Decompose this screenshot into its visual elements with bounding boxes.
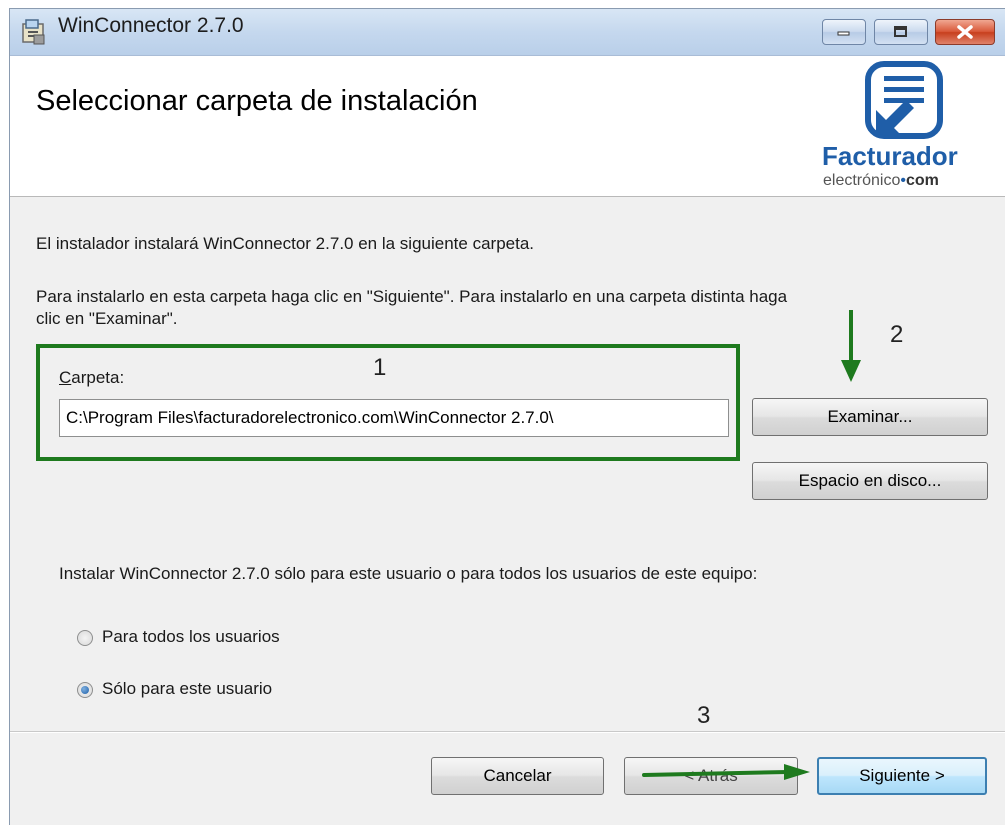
folder-label: Carpeta: — [59, 368, 124, 388]
folder-label-rest: arpeta: — [71, 368, 125, 387]
cancel-button[interactable]: Cancelar — [431, 757, 604, 795]
annotation-mark-2: 2 — [890, 321, 904, 348]
radio-this-user[interactable] — [77, 682, 93, 698]
maximize-icon — [894, 26, 907, 37]
radio-this-user-label[interactable]: Sólo para este usuario — [102, 679, 272, 699]
minimize-button[interactable] — [822, 19, 866, 45]
maximize-button[interactable] — [874, 19, 928, 45]
radio-all-users-label[interactable]: Para todos los usuarios — [102, 627, 280, 647]
annotation-mark-3: 3 — [697, 702, 711, 729]
instructions-line-2: clic en "Examinar". — [36, 309, 178, 328]
document-arrow-logo-icon — [865, 61, 943, 139]
install-scope-question: Instalar WinConnector 2.7.0 sólo para es… — [59, 564, 758, 583]
logo-subtitle: electrónico•com — [823, 172, 939, 190]
page-title: Seleccionar carpeta de instalación — [36, 85, 478, 117]
annotation-mark-1: 1 — [373, 354, 387, 381]
installer-app-icon — [22, 19, 45, 45]
browse-button[interactable]: Examinar... — [752, 398, 988, 436]
intro-text: El instalador instalará WinConnector 2.7… — [36, 234, 535, 253]
minimize-icon — [837, 31, 850, 36]
folder-path-input[interactable]: C:\Program Files\facturadorelectronico.c… — [59, 399, 729, 437]
logo-wordmark: Facturador — [822, 141, 958, 171]
window-title: WinConnector 2.7.0 — [58, 14, 244, 37]
disk-space-button[interactable]: Espacio en disco... — [752, 462, 988, 500]
green-arrow-down-icon — [841, 310, 861, 382]
folder-label-accel: C — [59, 368, 72, 387]
logo-subtitle-a: electrónico — [823, 172, 901, 189]
next-button[interactable]: Siguiente > — [817, 757, 987, 795]
radio-all-users[interactable] — [77, 630, 93, 646]
close-button[interactable] — [935, 19, 995, 45]
green-arrow-right-icon — [642, 764, 810, 780]
instructions-line-1: Para instalarlo en esta carpeta haga cli… — [36, 287, 788, 306]
close-icon — [957, 25, 973, 39]
logo-subtitle-b: com — [905, 172, 939, 189]
footer-divider-highlight — [10, 732, 1005, 733]
